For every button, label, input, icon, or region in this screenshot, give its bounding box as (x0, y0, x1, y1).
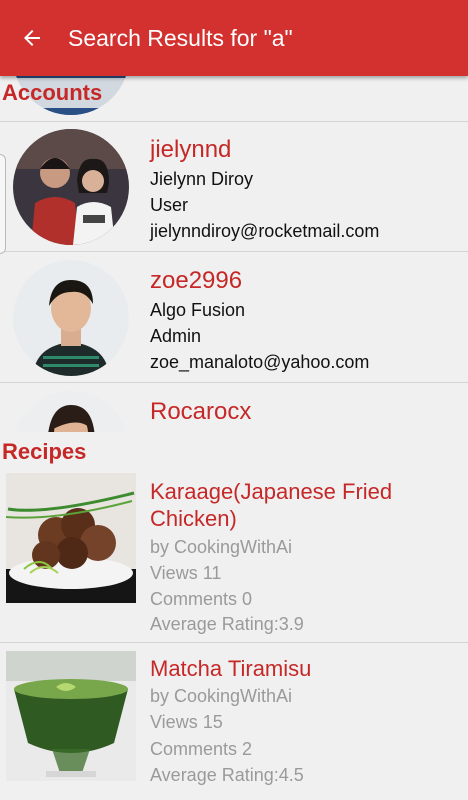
edge-handle[interactable] (0, 154, 6, 254)
recipe-views: Views 15 (150, 712, 223, 732)
account-username[interactable]: Rocarocx (150, 398, 251, 426)
account-fullname: Jielynn Diroy (150, 169, 254, 189)
page-title: Search Results for "a" (68, 24, 293, 51)
recipe-author: by CookingWithAi (150, 537, 293, 557)
arrow-back-icon (24, 30, 40, 46)
account-fullname: Algo Fusion (150, 300, 246, 320)
recipe-image (6, 651, 136, 781)
recipes-section-header: Recipes (0, 437, 468, 467)
app-bar: Search Results for "a" (0, 0, 468, 76)
account-row[interactable]: jielynnd Jielynn Diroy User jielynndiroy… (0, 122, 468, 252)
recipe-views: Views 11 (150, 563, 222, 583)
recipe-comments: Comments 2 (150, 739, 253, 759)
accounts-section-header: Accounts (0, 78, 468, 108)
recipe-image (6, 473, 136, 603)
recipe-row[interactable]: Karaage(Japanese Fried Chicken) by Cooki… (0, 462, 468, 643)
account-username[interactable]: zoe2996 (150, 267, 242, 295)
recipe-row[interactable]: Matcha Tiramisu by CookingWithAi Views 1… (0, 643, 468, 800)
recipe-author: by CookingWithAi (150, 686, 293, 706)
avatar (13, 391, 129, 432)
recipe-title[interactable]: Karaage(Japanese Fried Chicken) (150, 478, 450, 532)
recipe-title[interactable]: Matcha Tiramisu (150, 655, 450, 682)
account-row[interactable]: Rocarocx (0, 384, 468, 432)
recipe-rating: Average Rating:3.9 (150, 614, 304, 634)
recipe-comments: Comments 0 (150, 589, 253, 609)
account-email: jielynndiroy@rocketmail.com (150, 221, 380, 241)
account-username[interactable]: jielynnd (150, 136, 231, 164)
avatar (13, 260, 129, 376)
account-email: zoe_manaloto@yahoo.com (150, 352, 370, 372)
recipes-list[interactable]: Karaage(Japanese Fried Chicken) by Cooki… (0, 462, 468, 800)
back-button[interactable] (0, 0, 64, 76)
recipe-rating: Average Rating:4.5 (150, 765, 304, 785)
accounts-list[interactable]: jielynnd Jielynn Diroy User jielynndiroy… (0, 76, 468, 432)
account-row[interactable]: zoe2996 Algo Fusion Admin zoe_manaloto@y… (0, 253, 468, 383)
account-role: User (150, 195, 189, 215)
avatar (13, 129, 129, 245)
account-role: Admin (150, 326, 202, 346)
